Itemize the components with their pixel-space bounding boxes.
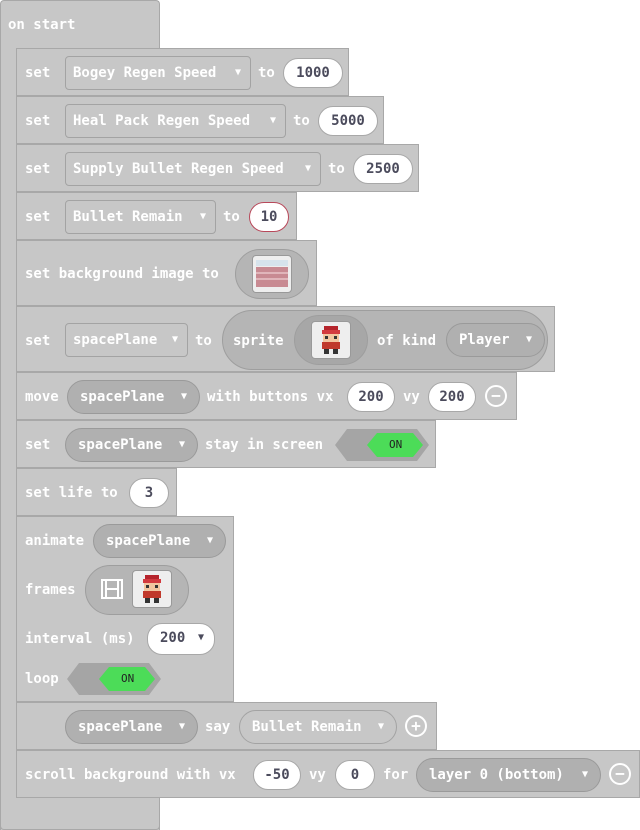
loop-toggle-switch[interactable]	[67, 661, 161, 697]
chevron-down-icon: ▼	[525, 334, 532, 345]
to-label: to	[293, 113, 310, 129]
set-heal-block[interactable]: set Heal Pack Regen Speed ▼ to 5000	[16, 96, 384, 144]
background-image-thumbnail	[252, 255, 292, 293]
vy-label: vy	[309, 767, 326, 783]
bogey-variable-dropdown[interactable]: Bogey Regen Speed ▼	[65, 56, 251, 90]
say-sprite-dropdown[interactable]: spacePlane ▼	[65, 710, 198, 744]
scroll-background-block[interactable]: scroll background with vx -50 vy 0 for l…	[16, 750, 640, 798]
minus-icon[interactable]: −	[485, 385, 507, 407]
on-start-label: on start	[8, 17, 76, 33]
animate-block[interactable]: animate spacePlane ▼ frames interval (ms)…	[16, 516, 234, 702]
to-label: to	[328, 161, 345, 177]
chevron-down-icon: ▼	[304, 163, 311, 174]
scroll-background-label: scroll background with vx	[25, 767, 236, 783]
heal-value-input[interactable]: 5000	[318, 106, 378, 136]
set-life-label: set life to	[25, 485, 118, 501]
chevron-down-icon: ▼	[178, 721, 185, 732]
interval-dropdown[interactable]: 200 ▼	[147, 623, 215, 655]
bullet-value-input[interactable]: 10	[249, 202, 289, 232]
set-label: set	[25, 333, 51, 349]
set-label: set	[25, 113, 51, 129]
vy-input[interactable]: 200	[428, 382, 476, 412]
with-buttons-vx-label: with buttons vx	[207, 389, 334, 405]
supply-value-input[interactable]: 2500	[353, 154, 413, 184]
animation-frame-thumbnail	[132, 570, 172, 608]
set-bullet-block[interactable]: set Bullet Remain ▼ to 10	[16, 192, 297, 240]
chevron-down-icon: ▼	[377, 721, 384, 732]
minus-icon[interactable]: −	[609, 763, 631, 785]
plus-icon[interactable]: +	[405, 715, 427, 737]
vx-input[interactable]: 200	[347, 382, 395, 412]
stay-in-screen-block[interactable]: set spacePlane ▼ stay in screen ON	[16, 420, 436, 468]
for-label: for	[383, 767, 409, 783]
chevron-down-icon: ▼	[234, 67, 241, 78]
vy-label: vy	[403, 389, 420, 405]
chevron-down-icon: ▼	[581, 769, 588, 780]
chevron-down-icon: ▼	[180, 391, 187, 402]
sprite-label: sprite	[233, 333, 284, 349]
life-value-input[interactable]: 3	[129, 478, 169, 508]
of-kind-label: of kind	[377, 333, 437, 349]
event-bottom-cap	[0, 797, 160, 830]
to-label: to	[223, 209, 240, 225]
animate-label: animate	[25, 533, 85, 549]
stay-toggle-text: ON	[389, 438, 403, 451]
loop-toggle-text: ON	[121, 672, 135, 685]
set-label: set	[25, 65, 51, 81]
move-sprite-dropdown[interactable]: spacePlane ▼	[67, 380, 200, 414]
stay-sprite-dropdown[interactable]: spacePlane ▼	[65, 428, 198, 462]
set-supply-block[interactable]: set Supply Bullet Regen Speed ▼ to 2500	[16, 144, 419, 192]
move-label: move	[25, 389, 59, 405]
set-bogey-block[interactable]: set Bogey Regen Speed ▼ to 1000	[16, 48, 349, 96]
frames-label: frames	[25, 582, 76, 598]
stay-toggle-switch[interactable]	[335, 427, 429, 463]
supply-variable-dropdown[interactable]: Supply Bullet Regen Speed ▼	[65, 152, 321, 186]
move-with-buttons-block[interactable]: move spacePlane ▼ with buttons vx 200 vy …	[16, 372, 517, 420]
chevron-down-icon: ▼	[171, 334, 178, 345]
set-life-block[interactable]: set life to 3	[16, 468, 177, 516]
set-background-label: set background image to	[25, 266, 219, 282]
chevron-down-icon: ▼	[199, 211, 206, 222]
say-block[interactable]: spacePlane ▼ say Bullet Remain ▼ +	[16, 702, 437, 750]
chevron-down-icon: ▼	[206, 535, 213, 546]
set-label: set	[25, 209, 51, 225]
to-label: to	[258, 65, 275, 81]
set-background-block[interactable]: set background image to	[16, 240, 317, 306]
set-label: set	[25, 161, 51, 177]
say-label: say	[205, 719, 231, 735]
scroll-vy-input[interactable]: 0	[335, 760, 375, 790]
spaceplane-variable-dropdown[interactable]: spacePlane ▼	[65, 323, 188, 357]
loop-label: loop	[25, 671, 59, 687]
chevron-down-icon: ▼	[178, 439, 185, 450]
bogey-value-input[interactable]: 1000	[283, 58, 343, 88]
kind-value: Player	[459, 332, 510, 348]
chevron-down-icon: ▼	[197, 632, 204, 643]
kind-dropdown[interactable]: Player ▼	[446, 323, 545, 357]
layer-dropdown[interactable]: layer 0 (bottom) ▼	[416, 758, 601, 792]
animate-sprite-dropdown[interactable]: spacePlane ▼	[93, 524, 226, 558]
interval-label: interval (ms)	[25, 631, 135, 647]
set-label: set	[25, 437, 51, 453]
scroll-vx-input[interactable]: -50	[253, 760, 301, 790]
chevron-down-icon: ▼	[269, 115, 276, 126]
set-sprite-block[interactable]: set spacePlane ▼ to sprite of kind Player…	[16, 306, 555, 372]
heal-variable-dropdown[interactable]: Heal Pack Regen Speed ▼	[65, 104, 286, 138]
film-strip-icon	[101, 579, 123, 599]
say-value-dropdown[interactable]: Bullet Remain ▼	[239, 710, 397, 744]
stay-in-screen-label: stay in screen	[205, 437, 324, 453]
to-label: to	[195, 333, 212, 349]
player-sprite-thumbnail	[311, 321, 351, 359]
bullet-variable-dropdown[interactable]: Bullet Remain ▼	[65, 200, 216, 234]
